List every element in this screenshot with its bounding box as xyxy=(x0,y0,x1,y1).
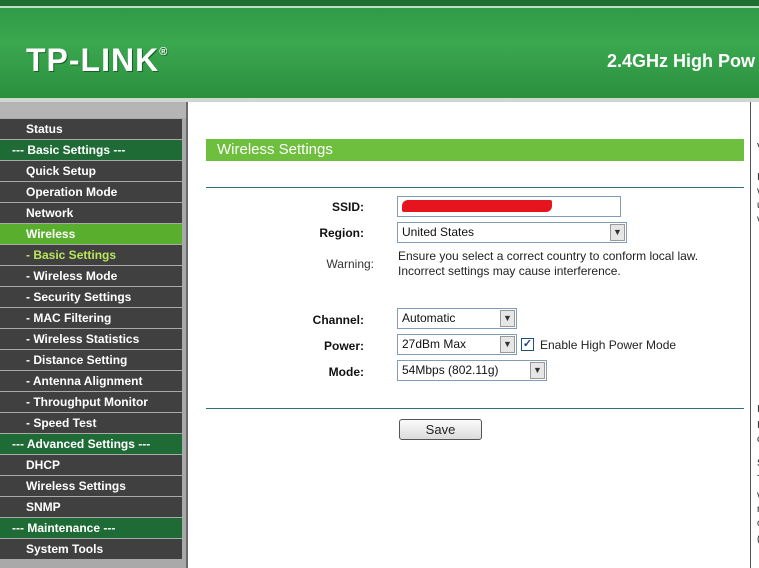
menu-item-label: Status xyxy=(26,122,63,136)
warning-label: Warning: xyxy=(326,257,374,271)
menu-item-basic-settings[interactable]: - Basic Settings xyxy=(0,245,182,265)
channel-value: Automatic xyxy=(402,311,456,325)
menu-item-label: - Distance Setting xyxy=(26,353,128,367)
warning-line-2: Incorrect settings may cause interferenc… xyxy=(398,264,621,278)
menu-item-label: Quick Setup xyxy=(26,164,97,178)
chevron-down-icon[interactable]: ▼ xyxy=(500,336,515,353)
ssid-label: SSID: xyxy=(331,200,364,214)
menu-item-label: - Security Settings xyxy=(26,290,132,304)
power-select[interactable]: 27dBm Max ▼ xyxy=(397,334,517,355)
redacted-ssid-mark xyxy=(402,200,552,212)
menu-item-label: Wireless xyxy=(26,227,76,241)
product-name: 2.4GHz High Pow xyxy=(607,51,756,71)
region-value: United States xyxy=(402,225,475,239)
menu-item-wireless-statistics[interactable]: - Wireless Statistics xyxy=(0,329,182,349)
menu-item-status[interactable]: Status xyxy=(0,119,182,139)
menu-item-snmp[interactable]: SNMP xyxy=(0,497,182,517)
main-content: Wireless Settings SSID: Region: United S… xyxy=(186,102,750,568)
menu-item-label: - Wireless Mode xyxy=(26,269,118,283)
chevron-down-icon[interactable]: ▼ xyxy=(610,224,625,241)
divider-bottom xyxy=(206,408,744,409)
menu-item-label: Network xyxy=(26,206,74,220)
menu-item-operation-mode[interactable]: Operation Mode xyxy=(0,182,182,202)
warning-line-1: Ensure you select a correct country to c… xyxy=(398,249,699,263)
header-top-line xyxy=(0,6,759,8)
router-admin-page: TP-LINK® 2.4GHz High Pow Status --- Basic… xyxy=(0,0,759,568)
menu-item-label: --- Maintenance --- xyxy=(12,521,116,535)
help-panel-edge: VIvuvIIcSTvrc( xyxy=(750,102,759,568)
high-power-label: Enable High Power Mode xyxy=(540,338,677,352)
menu-section-basic-settings: --- Basic Settings --- xyxy=(0,140,182,160)
menu-item-label: - Wireless Statistics xyxy=(26,332,140,346)
checkmark-icon: ✓ xyxy=(522,338,533,350)
mode-select[interactable]: 54Mbps (802.11g) ▼ xyxy=(397,360,547,381)
menu-item-label: - Antenna Alignment xyxy=(26,374,143,388)
menu-item-network[interactable]: Network xyxy=(0,203,182,223)
menu-item-wireless-settings[interactable]: Wireless Settings xyxy=(0,476,182,496)
header-banner: TP-LINK® 2.4GHz High Pow xyxy=(0,0,759,98)
menu-item-label: - Throughput Monitor xyxy=(26,395,148,409)
menu-item-label: - Speed Test xyxy=(26,416,97,430)
menu-item-label: DHCP xyxy=(26,458,61,472)
page-title: Wireless Settings xyxy=(206,139,744,161)
menu-item-dhcp[interactable]: DHCP xyxy=(0,455,182,475)
menu-item-label: SNMP xyxy=(26,500,61,514)
power-label: Power: xyxy=(323,339,364,353)
menu-item-label: - MAC Filtering xyxy=(26,311,112,325)
region-select[interactable]: United States ▼ xyxy=(397,222,627,243)
menu-item-wireless-mode[interactable]: - Wireless Mode xyxy=(0,266,182,286)
mode-label: Mode: xyxy=(328,365,364,379)
menu-item-security-settings[interactable]: - Security Settings xyxy=(0,287,182,307)
menu-item-speed-test[interactable]: - Speed Test xyxy=(0,413,182,433)
menu-item-throughput-monitor[interactable]: - Throughput Monitor xyxy=(0,392,182,412)
menu-item-wireless[interactable]: Wireless xyxy=(0,224,182,244)
tp-link-logo: TP-LINK® xyxy=(26,42,169,78)
menu-section-advanced-settings: --- Advanced Settings --- xyxy=(0,434,182,454)
menu-item-label: - Basic Settings xyxy=(26,248,117,262)
divider-top xyxy=(206,187,744,188)
save-button[interactable]: Save xyxy=(399,419,482,440)
chevron-down-icon[interactable]: ▼ xyxy=(530,362,545,379)
menu-item-label: --- Basic Settings --- xyxy=(12,143,126,157)
menu-item-quick-setup[interactable]: Quick Setup xyxy=(0,161,182,181)
ssid-input[interactable] xyxy=(397,196,621,217)
menu-item-distance-setting[interactable]: - Distance Setting xyxy=(0,350,182,370)
menu-item-mac-filtering[interactable]: - MAC Filtering xyxy=(0,308,182,328)
menu-item-system-tools[interactable]: System Tools xyxy=(0,539,182,559)
menu-section-maintenance: --- Maintenance --- xyxy=(0,518,182,538)
sidebar-top-strip xyxy=(0,102,186,118)
menu-item-antenna-alignment[interactable]: - Antenna Alignment xyxy=(0,371,182,391)
menu-item-label: System Tools xyxy=(26,542,104,556)
mode-value: 54Mbps (802.11g) xyxy=(402,363,499,377)
sidebar-menu: Status --- Basic Settings --- Quick Setup O… xyxy=(0,102,186,568)
power-value: 27dBm Max xyxy=(402,337,467,351)
high-power-checkbox[interactable]: ✓ xyxy=(521,338,534,351)
menu-item-label: Wireless Settings xyxy=(26,479,126,493)
channel-select[interactable]: Automatic ▼ xyxy=(397,308,517,329)
channel-label: Channel: xyxy=(312,313,364,327)
region-label: Region: xyxy=(319,226,364,240)
menu-item-label: --- Advanced Settings --- xyxy=(12,437,151,451)
menu-item-label: Operation Mode xyxy=(26,185,118,199)
chevron-down-icon[interactable]: ▼ xyxy=(500,310,515,327)
